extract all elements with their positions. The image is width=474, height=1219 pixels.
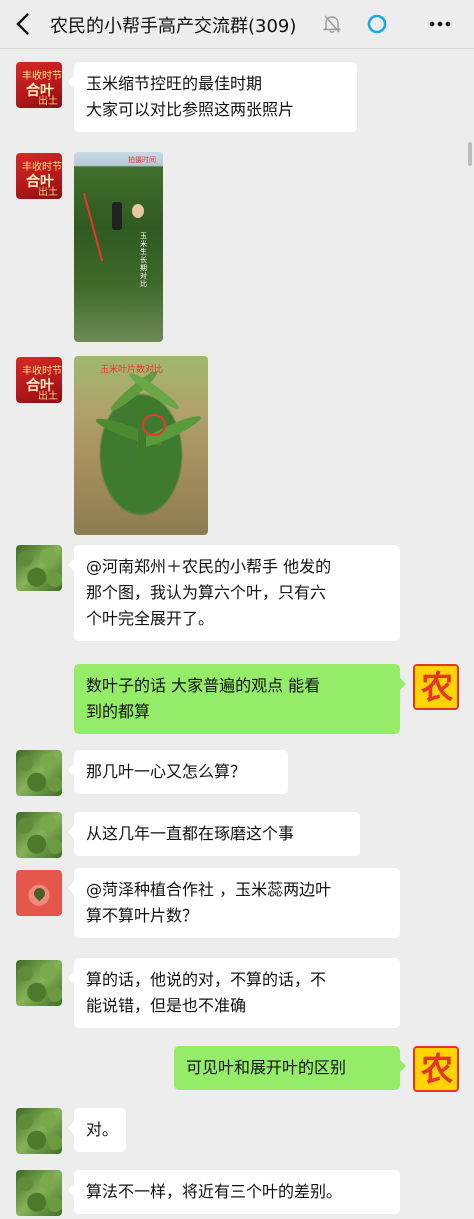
avatar-heart-icon	[31, 885, 48, 902]
more-dots-icon[interactable]	[428, 14, 452, 34]
message-text: 对。	[86, 1120, 119, 1139]
photo-figure	[132, 204, 144, 218]
message-bubble[interactable]: @菏泽种植合作社 ，玉米蕊两边叶 算不算叶片数？	[68, 868, 400, 938]
avatar[interactable]	[16, 1170, 62, 1216]
avatar[interactable]: 农	[413, 664, 459, 710]
avatar-glyph: 农	[420, 668, 453, 706]
message-text: 那几叶一心又怎么算？	[86, 762, 247, 781]
message-text: 个叶完全展开了。	[86, 609, 215, 628]
message-text: 可见叶和展开叶的区别	[186, 1058, 347, 1077]
avatar-text: 出土	[38, 391, 58, 402]
message-text: @菏泽种植合作社 ，玉米蕊两边叶	[86, 880, 332, 899]
avatar[interactable]: 丰收时节 合叶 出土	[16, 153, 62, 199]
message-text: 算法不一样，将近有三个叶的差别。	[86, 1182, 343, 1201]
message-text: 到的都算	[86, 702, 151, 721]
message-photo[interactable]: 玉米叶片数对比	[74, 356, 208, 535]
ring-icon[interactable]	[366, 13, 388, 35]
avatar[interactable]: 丰收时节 合叶 出土	[16, 357, 62, 403]
message-text: 算的话，他说的对，不算的话，不	[86, 970, 327, 989]
photo-figure	[112, 202, 122, 230]
photo-annotation	[82, 192, 104, 262]
message-bubble[interactable]: 算的话，他说的对，不算的话，不 能说错，但是也不准确	[68, 958, 400, 1028]
avatar[interactable]	[16, 545, 62, 591]
message-text: 玉米缩节控旺的最佳时期	[86, 74, 263, 93]
avatar-glyph: 农	[420, 1050, 453, 1088]
message-text: 算不算叶片数？	[86, 906, 199, 925]
photo-label: 拍摄时间	[128, 156, 156, 164]
message-text: 数叶子的话 大家普遍的观点 能看	[86, 676, 321, 695]
message-bubble[interactable]: 那几叶一心又怎么算？	[68, 750, 288, 794]
chat-title: 农民的小帮手高产交流群(309)	[50, 16, 297, 37]
chevron-left-icon[interactable]	[14, 11, 34, 37]
message-photo[interactable]: 拍摄时间 玉米生长期对比	[74, 152, 163, 342]
message-text: @河南郑州＋农民的小帮手 他发的	[86, 557, 332, 576]
bell-mute-icon	[322, 15, 342, 33]
avatar-text: 出土	[38, 96, 58, 107]
avatar[interactable]	[16, 870, 62, 916]
message-text: 从这几年一直都在琢磨这个事	[86, 824, 295, 843]
message-bubble[interactable]: 对。	[68, 1108, 126, 1152]
photo-annotation	[142, 414, 166, 436]
photo-stem	[138, 396, 146, 476]
scrollbar[interactable]	[468, 142, 472, 166]
chat-header: 农民的小帮手高产交流群(309)	[0, 0, 474, 49]
avatar[interactable]	[16, 1108, 62, 1154]
avatar[interactable]	[16, 750, 62, 796]
avatar[interactable]	[16, 960, 62, 1006]
message-text: 能说错，但是也不准确	[86, 996, 247, 1015]
message-bubble[interactable]: 玉米缩节控旺的最佳时期 大家可以对比参照这两张照片	[68, 62, 357, 132]
message-text: 大家可以对比参照这两张照片	[86, 100, 295, 119]
photo-label: 玉米叶片数对比	[100, 365, 164, 375]
avatar-text: 出土	[38, 187, 58, 198]
message-bubble[interactable]: 从这几年一直都在琢磨这个事	[68, 812, 360, 856]
message-bubble[interactable]: 算法不一样，将近有三个叶的差别。	[68, 1170, 400, 1214]
avatar[interactable]: 丰收时节 合叶 出土	[16, 62, 62, 108]
photo-label: 玉米生长期对比	[140, 232, 147, 288]
message-text: 那个图，我认为算六个叶，只有六	[86, 583, 327, 602]
message-bubble[interactable]: 数叶子的话 大家普遍的观点 能看 到的都算	[74, 664, 406, 734]
avatar[interactable]	[16, 812, 62, 858]
avatar[interactable]: 农	[413, 1046, 459, 1092]
message-bubble[interactable]: 可见叶和展开叶的区别	[174, 1046, 406, 1090]
message-bubble[interactable]: @河南郑州＋农民的小帮手 他发的 那个图，我认为算六个叶，只有六 个叶完全展开了…	[68, 545, 400, 641]
